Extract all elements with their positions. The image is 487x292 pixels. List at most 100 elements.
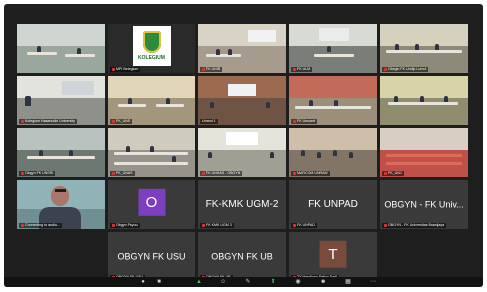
- participant-name: Obgyn FK UNSRI: [19, 171, 56, 176]
- video-frame: [386, 154, 462, 157]
- video-frame: [114, 162, 188, 165]
- participant-video-tile[interactable]: OBGYN - FK Univ... OBGYN - FK Universita…: [380, 180, 468, 229]
- participant-video-tile[interactable]: T TY Hasdiono Setiyo Sadi: [289, 232, 377, 281]
- participant-name-text: FK UNHAS - OBGYN: [206, 171, 241, 175]
- video-frame: [156, 104, 184, 107]
- muted-mic-icon: [21, 223, 24, 227]
- video-frame: [27, 156, 95, 159]
- participant-video-tile[interactable]: Connecting to audio...: [17, 180, 105, 229]
- muted-mic-icon: [112, 171, 115, 175]
- participant-name-text: Connecting to audio...: [25, 223, 60, 227]
- participant-avatar: O: [138, 188, 165, 216]
- video-frame: [435, 44, 439, 50]
- muted-mic-icon: [21, 119, 24, 123]
- participant-video-tile[interactable]: FK_UNAS: [108, 128, 195, 177]
- participant-video-tile[interactable]: KOLEGIUM MPI Belegium: [108, 24, 195, 73]
- video-frame: [150, 146, 154, 152]
- muted-mic-icon: [293, 119, 296, 123]
- muted-mic-icon: [21, 171, 24, 175]
- video-frame: [380, 24, 468, 47]
- participant-video-tile[interactable]: FK Unsoed: [289, 76, 377, 125]
- participant-name: FK ULM: [291, 67, 313, 72]
- participant-name: FK KMK UGM 3: [200, 223, 234, 228]
- muted-mic-icon: [202, 223, 205, 227]
- video-frame: [319, 28, 349, 41]
- participant-name: FK UNHAS - OBGYN: [200, 171, 243, 176]
- participant-name: FK_UNAS: [110, 171, 135, 176]
- muted-mic-icon: [112, 119, 115, 123]
- participant-name: FK_UNJ: [382, 171, 404, 176]
- muted-mic-icon: [293, 171, 296, 175]
- video-frame: [309, 100, 313, 106]
- video-frame: [55, 189, 66, 192]
- muted-mic-icon: [384, 171, 387, 175]
- participant-video-tile[interactable]: FK_UNS: [108, 76, 195, 125]
- video-frame: [317, 152, 321, 158]
- muted-mic-icon: [384, 223, 387, 227]
- participant-video-tile[interactable]: MARCOM UNRAM: [289, 128, 377, 177]
- participant-name-text: MARCOM UNRAM: [297, 171, 328, 175]
- participants-icon[interactable]: ☺: [220, 279, 226, 285]
- video-icon[interactable]: ■: [156, 279, 162, 285]
- participant-video-tile[interactable]: O Obgyn Psyuu: [108, 180, 195, 229]
- participant-name: Obsgin FK Undip Lumut: [382, 67, 429, 72]
- participant-video-tile[interactable]: [17, 24, 105, 73]
- chat-icon[interactable]: ✎: [245, 279, 251, 285]
- video-frame: [266, 102, 270, 108]
- participant-name: FK UNIB: [200, 67, 223, 72]
- participant-video-tile[interactable]: [380, 76, 468, 125]
- video-frame: [228, 49, 232, 55]
- participant-display-name: OBGYN FK USU: [117, 251, 186, 261]
- record-icon[interactable]: ◉: [295, 279, 301, 285]
- video-frame: [386, 50, 462, 53]
- muted-mic-icon: [384, 67, 387, 71]
- participant-video-tile[interactable]: Kolegium Hasanudin University: [17, 76, 105, 125]
- zoom-meeting-window: KOLEGIUM MPI Belegium FK UNIB FK ULM Obs…: [4, 4, 483, 287]
- video-frame: [65, 54, 95, 57]
- participant-video-tile[interactable]: FK ULM: [289, 24, 377, 73]
- video-frame: [333, 150, 337, 156]
- more-icon[interactable]: ⋯: [370, 279, 376, 285]
- participant-video-tile-active-speaker[interactable]: Unand 1: [198, 76, 286, 125]
- participant-name-text: OBGYN - FK Universitas Brawijaya: [388, 223, 445, 227]
- security-icon[interactable]: ▲: [196, 279, 202, 285]
- video-frame: [128, 98, 132, 104]
- video-frame: [349, 152, 353, 158]
- video-frame: [380, 76, 468, 99]
- participant-video-tile[interactable]: Obgyn FK UNSRI: [17, 128, 105, 177]
- video-frame: [226, 132, 258, 145]
- participant-name-text: FK_UNS: [116, 119, 131, 123]
- participant-video-tile[interactable]: FK UNIB: [198, 24, 286, 73]
- participant-name-text: FK KMK UGM 3: [206, 223, 232, 227]
- participant-name: FK UNPAD: [291, 223, 317, 228]
- video-frame: [295, 106, 371, 109]
- participant-video-tile[interactable]: FK UNPAD FK UNPAD: [289, 180, 377, 229]
- share-screen-icon[interactable]: ⬆: [270, 279, 276, 285]
- video-frame: [314, 54, 354, 57]
- video-frame: [386, 162, 462, 165]
- avatar-letter: O: [145, 193, 158, 211]
- participant-name: FK Unsoed: [291, 119, 317, 124]
- participant-video-tile[interactable]: OBGYN FK UB OBGYN FK UB: [198, 232, 286, 281]
- video-frame: [444, 96, 448, 102]
- video-frame: [289, 128, 377, 151]
- participant-video-tile[interactable]: FK-KMK UGM-2 FK KMK UGM 3: [198, 180, 286, 229]
- participant-name: Unand 1: [200, 119, 218, 124]
- kolegium-logo: KOLEGIUM: [132, 26, 171, 66]
- muted-mic-icon: [293, 67, 296, 71]
- kolegium-shield-icon: [142, 31, 161, 53]
- participant-video-tile[interactable]: OBGYN FK USU OBGYN FK USU: [108, 232, 195, 281]
- participant-video-tile[interactable]: Obsgin FK Undip Lumut: [380, 24, 468, 73]
- avatar-letter: T: [328, 245, 338, 263]
- participant-name-text: FK UNPAD: [297, 223, 315, 227]
- reactions-icon[interactable]: ☻: [320, 279, 326, 285]
- participant-video-tile[interactable]: FK UNHAS - OBGYN: [198, 128, 286, 177]
- apps-icon[interactable]: ▦: [345, 279, 351, 285]
- video-frame: [126, 146, 130, 152]
- mute-icon[interactable]: ●: [140, 279, 146, 285]
- video-frame: [248, 30, 276, 42]
- video-frame: [25, 96, 31, 106]
- participant-video-tile[interactable]: FK_UNJ: [380, 128, 468, 177]
- video-frame: [166, 98, 170, 104]
- video-frame: [334, 100, 338, 106]
